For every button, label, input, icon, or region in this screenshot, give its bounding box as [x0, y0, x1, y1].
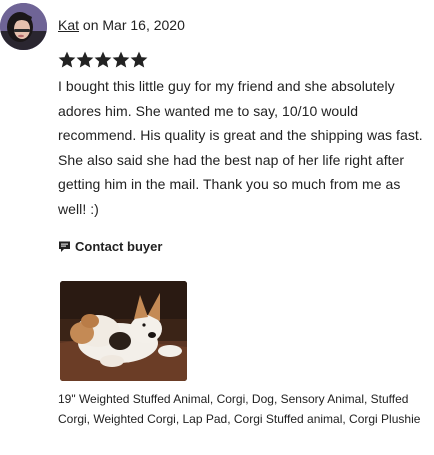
review-byline: Kat on Mar 16, 2020: [58, 16, 185, 34]
review-date: on Mar 16, 2020: [82, 17, 185, 33]
product-title-link[interactable]: 19" Weighted Stuffed Animal, Corgi, Dog,…: [58, 389, 434, 429]
reviewer-avatar[interactable]: [0, 3, 47, 50]
avatar-photo-icon: [0, 3, 47, 50]
corgi-plush-photo-icon: [60, 281, 187, 381]
reviewer-name-link[interactable]: Kat: [58, 17, 79, 33]
star-rating: [58, 51, 148, 71]
contact-buyer-label: Contact buyer: [75, 239, 163, 254]
star-icon: [76, 51, 94, 68]
star-icon: [112, 51, 130, 68]
product-photo[interactable]: [60, 281, 187, 381]
review-card: Kat on Mar 16, 2020 I bought this little…: [0, 0, 434, 455]
contact-buyer-button[interactable]: Contact buyer: [58, 239, 162, 254]
review-text: I bought this little guy for my friend a…: [58, 78, 423, 217]
star-icon: [94, 51, 112, 68]
message-icon: [59, 241, 70, 252]
star-icon: [130, 51, 148, 68]
star-icon: [58, 51, 76, 68]
